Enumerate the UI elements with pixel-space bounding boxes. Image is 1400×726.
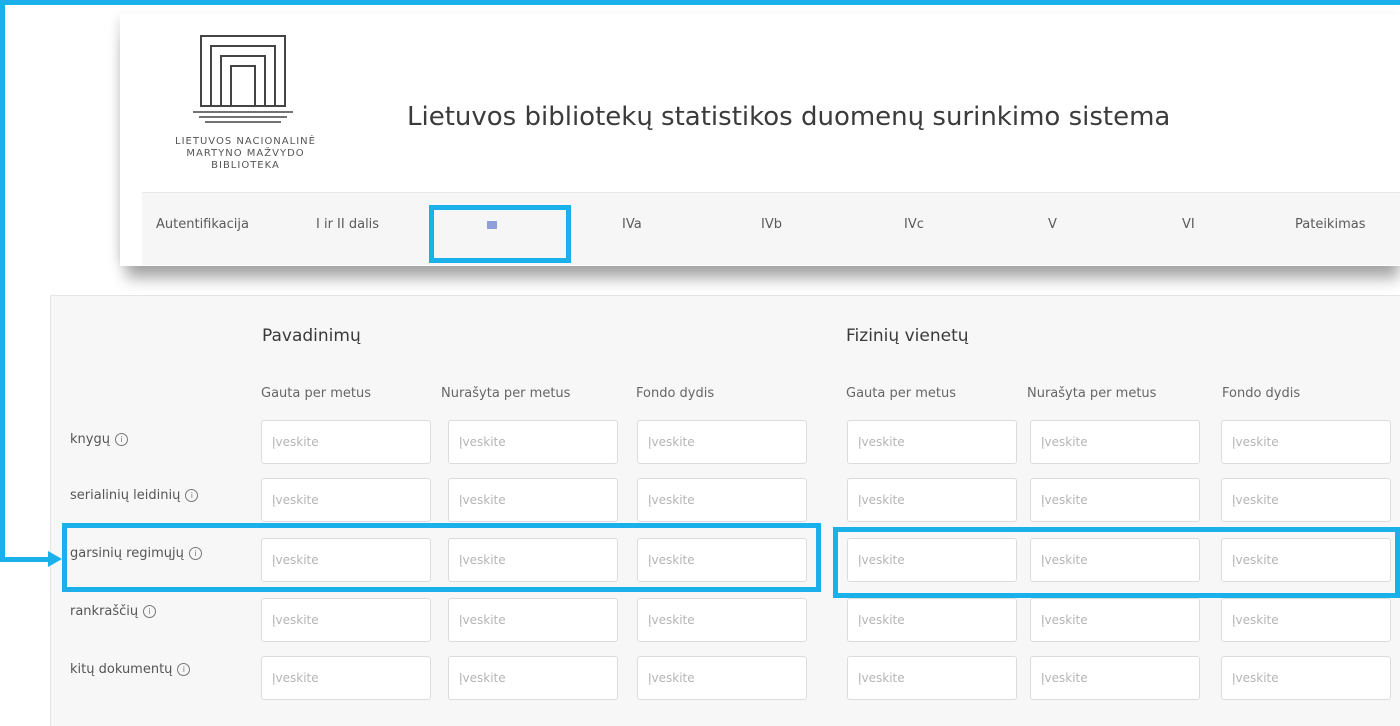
logo-line-2: MARTYNO MAŽVYDO (186, 148, 305, 159)
row-label-text: rankraščių (70, 604, 139, 619)
knygu-pavadinimu-gauta-input[interactable] (261, 420, 431, 464)
logo-line-3: BIBLIOTEKA (211, 160, 280, 171)
knygu-pavadinimu-fondo-input[interactable] (637, 420, 807, 464)
info-icon[interactable]: i (143, 605, 157, 618)
logo-line-1: LIETUVOS NACIONALINĖ (175, 136, 316, 147)
knygu-fiziniu-fondo-input[interactable] (1221, 420, 1391, 464)
arrow-top-line (0, 0, 1400, 5)
knygu-fiziniu-nurasyta-input[interactable] (1030, 420, 1200, 464)
nav-tab-vi[interactable]: VI (1182, 193, 1195, 257)
group-title-pavadinimu: Pavadinimų (262, 326, 361, 346)
serialiniu-pavadinimu-fondo-input[interactable] (637, 478, 807, 522)
kitu-fiziniu-fondo-input[interactable] (1221, 656, 1391, 700)
rankrasciu-fiziniu-fondo-input[interactable] (1221, 598, 1391, 642)
rankrasciu-pavadinimu-fondo-input[interactable] (637, 598, 807, 642)
library-logo: LIETUVOS NACIONALINĖ MARTYNO MAŽVYDO BIB… (138, 34, 353, 184)
kitu-fiziniu-nurasyta-input[interactable] (1030, 656, 1200, 700)
nav-tab-pateikimas[interactable]: Pateikimas (1295, 193, 1365, 257)
row-label-text: serialinių leidinių (70, 488, 181, 503)
info-icon[interactable]: i (114, 433, 128, 446)
app-title: Lietuvos bibliotekų statistikos duomenų … (407, 102, 1171, 132)
logo-caption: LIETUVOS NACIONALINĖ MARTYNO MAŽVYDO BIB… (138, 136, 353, 172)
nav-tab-i-ii-dalis[interactable]: I ir II dalis (316, 193, 379, 257)
arrow-head-icon (48, 551, 62, 567)
arrow-left-line (0, 0, 5, 562)
col-label-fondo-left: Fondo dydis (636, 386, 715, 401)
nav-tab-autentifikacija[interactable]: Autentifikacija (156, 193, 249, 257)
nav-tab-iva[interactable]: IVa (622, 193, 642, 257)
rankrasciu-fiziniu-gauta-input[interactable] (847, 598, 1017, 642)
serialiniu-fiziniu-nurasyta-input[interactable] (1030, 478, 1200, 522)
info-icon[interactable]: i (185, 489, 199, 502)
group-title-fiziniu-vienetu: Fizinių vienetų (846, 326, 969, 346)
header-card: LIETUVOS NACIONALINĖ MARTYNO MAŽVYDO BIB… (120, 14, 1400, 266)
row-highlight-fiziniu (833, 527, 1400, 598)
nav-tab-v[interactable]: V (1048, 193, 1057, 257)
row-label-knygu: knygų i (70, 432, 128, 447)
kitu-pavadinimu-nurasyta-input[interactable] (448, 656, 618, 700)
serialiniu-fiziniu-gauta-input[interactable] (847, 478, 1017, 522)
arrow-bottom-line (0, 557, 50, 562)
serialiniu-pavadinimu-nurasyta-input[interactable] (448, 478, 618, 522)
knygu-pavadinimu-nurasyta-input[interactable] (448, 420, 618, 464)
rankrasciu-fiziniu-nurasyta-input[interactable] (1030, 598, 1200, 642)
knygu-fiziniu-gauta-input[interactable] (847, 420, 1017, 464)
rankrasciu-pavadinimu-nurasyta-input[interactable] (448, 598, 618, 642)
row-highlight-pavadinimu (62, 523, 821, 592)
kitu-fiziniu-gauta-input[interactable] (847, 656, 1017, 700)
serialiniu-pavadinimu-gauta-input[interactable] (261, 478, 431, 522)
col-label-gauta-right: Gauta per metus (846, 386, 956, 401)
col-label-nurasyta-right: Nurašyta per metus (1027, 386, 1157, 401)
row-label-rankrasciu: rankraščių i (70, 604, 157, 619)
main-nav: Autentifikacija I ir II dalis IVa IVb IV… (142, 192, 1400, 265)
serialiniu-fiziniu-fondo-input[interactable] (1221, 478, 1391, 522)
info-icon[interactable]: i (177, 663, 191, 676)
nav-tab-ivb[interactable]: IVb (761, 193, 782, 257)
kitu-pavadinimu-gauta-input[interactable] (261, 656, 431, 700)
kitu-pavadinimu-fondo-input[interactable] (637, 656, 807, 700)
library-logo-icon (193, 35, 293, 123)
row-label-text: knygų (70, 432, 110, 447)
col-label-gauta-left: Gauta per metus (261, 386, 371, 401)
row-label-kitu: kitų dokumentų i (70, 662, 191, 677)
row-label-serialiniu: serialinių leidinių i (70, 488, 199, 503)
col-label-fondo-right: Fondo dydis (1222, 386, 1301, 401)
rankrasciu-pavadinimu-gauta-input[interactable] (261, 598, 431, 642)
nav-tab-ivc[interactable]: IVc (904, 193, 924, 257)
col-label-nurasyta-left: Nurašyta per metus (441, 386, 571, 401)
active-tab-highlight (429, 205, 571, 263)
row-label-text: kitų dokumentų (70, 662, 173, 677)
